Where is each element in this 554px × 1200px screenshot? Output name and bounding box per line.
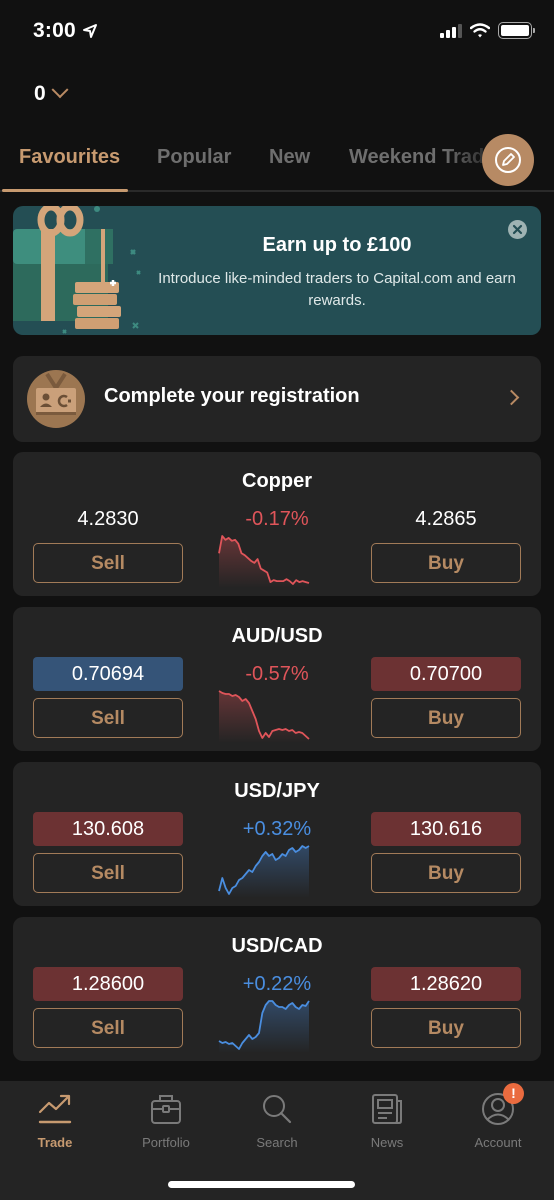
newspaper-icon [367,1089,407,1129]
trade-screen: 3:00 0 Favourites Popular New Weekend Tr… [0,0,554,1200]
gift-coins-icon [13,206,141,334]
sell-button[interactable]: Sell [33,1008,183,1048]
category-tabs: Favourites Popular New Weekend Trading [0,138,554,192]
sparkline-chart [218,690,310,743]
instrument-card[interactable]: USD/JPY 130.608 +0.32% 130.616 Sell Buy [13,762,541,906]
account-alert-badge: ! [503,1083,524,1104]
price-change: -0.17% [245,508,309,530]
close-icon [512,224,523,235]
nav-account[interactable]: ! Account [453,1083,543,1150]
sell-price: 4.2830 [77,508,139,530]
pencil-icon [495,147,521,173]
nav-portfolio[interactable]: Portfolio [121,1089,211,1150]
buy-price: 4.2865 [415,508,477,530]
wifi-icon [470,23,490,38]
sell-price: 0.70694 [33,657,183,691]
price-change: +0.22% [242,973,312,995]
sparkline-chart [218,845,310,898]
nav-news[interactable]: News [342,1089,432,1150]
nav-search[interactable]: Search [232,1089,322,1150]
promo-title: Earn up to £100 [262,234,412,256]
instrument-name: USD/JPY [234,780,320,802]
briefcase-icon [146,1089,186,1129]
cellular-signal-icon [440,23,462,38]
buy-price: 130.616 [371,812,521,846]
tab-favourites[interactable]: Favourites [19,146,120,169]
battery-icon [498,22,535,39]
buy-button[interactable]: Buy [371,853,521,893]
sell-button[interactable]: Sell [33,543,183,583]
nav-account-label: Account [474,1135,522,1150]
clock: 3:00 [33,19,76,42]
nav-news-label: News [370,1135,404,1150]
nav-portfolio-label: Portfolio [142,1135,190,1150]
search-icon [257,1089,297,1129]
status-time: 3:00 [33,19,98,43]
active-tab-indicator [2,189,128,192]
instrument-name: AUD/USD [231,625,323,647]
tab-popular[interactable]: Popular [157,146,231,169]
nav-search-label: Search [256,1135,298,1150]
sell-button[interactable]: Sell [33,853,183,893]
sparkline-chart [218,535,310,588]
account-value: 0 [34,82,46,105]
buy-button[interactable]: Buy [371,543,521,583]
sparkline-chart [218,1000,310,1053]
status-indicators [440,22,535,39]
instrument-card[interactable]: AUD/USD 0.70694 -0.57% 0.70700 Sell Buy [13,607,541,751]
buy-price: 0.70700 [371,657,521,691]
home-indicator[interactable] [168,1181,355,1188]
buy-button[interactable]: Buy [371,698,521,738]
id-card-icon [27,370,85,428]
buy-price: 1.28620 [371,967,521,1001]
instrument-card[interactable]: Copper 4.2830 -0.17% 4.2865 Sell Buy [13,452,541,596]
nav-trade-label: Trade [37,1135,73,1150]
registration-label: Complete your registration [104,385,360,407]
price-change: -0.57% [245,663,309,685]
chevron-down-icon [51,81,69,99]
instrument-name: USD/CAD [231,935,323,957]
sell-button[interactable]: Sell [33,698,183,738]
sell-price: 130.608 [33,812,183,846]
location-arrow-icon [82,24,97,38]
referral-promo-banner[interactable]: Earn up to £100 Introduce like-minded tr… [13,206,541,335]
account-selector[interactable]: 0 [34,81,69,106]
complete-registration-banner[interactable]: Complete your registration [13,356,541,442]
account-icon: ! [478,1083,524,1129]
nav-trade[interactable]: Trade [10,1089,100,1150]
buy-button[interactable]: Buy [371,1008,521,1048]
instrument-name: Copper [242,470,312,492]
promo-close-button[interactable] [508,220,527,239]
tab-new[interactable]: New [269,146,310,169]
sell-price: 1.28600 [33,967,183,1001]
instrument-card[interactable]: USD/CAD 1.28600 +0.22% 1.28620 Sell Buy [13,917,541,1061]
price-change: +0.32% [242,818,312,840]
promo-text: Introduce like-minded traders to Capital… [158,270,516,309]
chevron-right-icon [503,389,520,406]
edit-favourites-button[interactable] [482,134,534,186]
status-bar: 3:00 [0,0,554,66]
trend-chart-icon [35,1089,75,1129]
